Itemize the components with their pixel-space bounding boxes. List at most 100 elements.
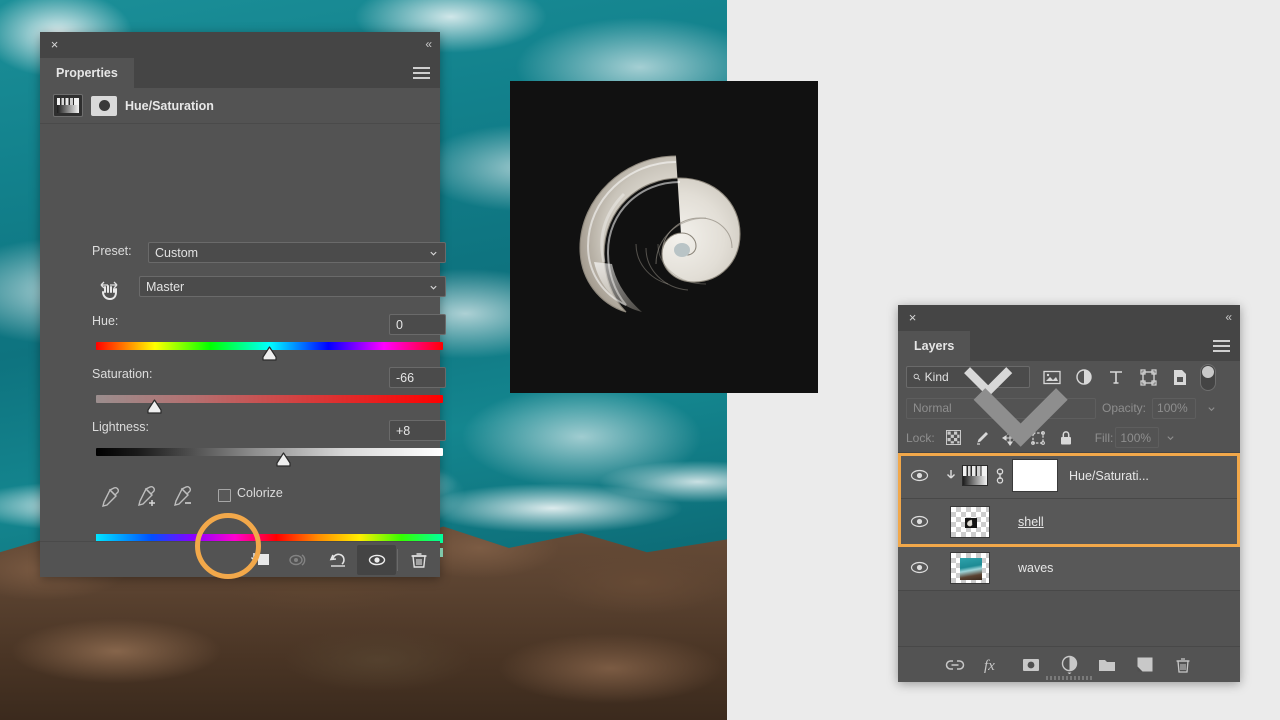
clip-to-layer-icon: [249, 550, 271, 570]
layer-mask-thumbnail[interactable]: [1012, 459, 1058, 492]
adjustment-header: Hue/Saturation: [40, 88, 440, 124]
lightness-value: +8: [396, 424, 410, 438]
saturation-slider-thumb[interactable]: [147, 399, 162, 414]
layer-style-button[interactable]: fx: [980, 652, 1006, 678]
fill-field[interactable]: 100%: [1115, 427, 1159, 448]
colorize-checkbox[interactable]: [218, 489, 231, 502]
new-group-button[interactable]: [1094, 652, 1120, 678]
close-icon[interactable]: ×: [906, 311, 919, 324]
layer-adjustment-thumbnail[interactable]: [962, 465, 988, 486]
panel-menu-icon[interactable]: [1213, 340, 1230, 352]
nautilus-shell-image: [564, 142, 764, 332]
tab-properties-label: Properties: [56, 66, 118, 80]
shape-filter-icon[interactable]: [1132, 364, 1164, 390]
table-row[interactable]: waves: [898, 545, 1240, 591]
properties-panel: × « Properties Hue/Saturation Preset: Cu…: [40, 32, 440, 577]
delete-layer-button[interactable]: [1170, 652, 1196, 678]
svg-text:fx: fx: [984, 658, 995, 674]
chevron-down-icon: [429, 282, 438, 291]
smart-object-filter-icon[interactable]: [1164, 364, 1196, 390]
folder-icon: [1097, 657, 1117, 673]
chevron-down-icon: [429, 248, 438, 257]
previous-state-button[interactable]: [279, 545, 318, 575]
layer-thumbnail[interactable]: [950, 552, 990, 584]
layers-footer: fx: [898, 646, 1240, 682]
tab-properties[interactable]: Properties: [40, 58, 134, 88]
preset-label: Preset:: [92, 244, 132, 258]
add-layer-mask-button[interactable]: [1018, 652, 1044, 678]
eye-icon: [910, 561, 929, 574]
saturation-value-field[interactable]: -66: [389, 367, 446, 388]
fill-value: 100%: [1120, 431, 1151, 445]
layer-visibility-toggle[interactable]: [898, 469, 940, 482]
close-icon[interactable]: ×: [48, 38, 61, 51]
lightness-slider-track[interactable]: [96, 448, 443, 456]
eye-icon: [366, 550, 388, 570]
eye-icon: [910, 515, 929, 528]
reset-arrow-icon: [327, 550, 349, 570]
link-mask-icon[interactable]: [993, 466, 1007, 486]
layer-name[interactable]: waves: [1018, 561, 1053, 575]
layer-visibility-toggle[interactable]: [898, 515, 940, 528]
table-row[interactable]: shell: [898, 499, 1240, 545]
filter-kind-label: Kind: [925, 370, 949, 384]
hue-saturation-icon[interactable]: [53, 94, 83, 117]
properties-tab-row: Properties: [40, 58, 440, 88]
opacity-label: Opacity:: [1102, 401, 1146, 415]
targeted-adjustment-tool-icon[interactable]: [95, 276, 121, 302]
tab-layers-label: Layers: [914, 339, 954, 353]
layer-mask-icon[interactable]: [91, 96, 117, 116]
layer-name[interactable]: shell: [1018, 515, 1044, 529]
colorize-label: Colorize: [237, 486, 283, 500]
type-filter-icon[interactable]: [1100, 364, 1132, 390]
eye-icon: [910, 469, 929, 482]
fill-stepper[interactable]: [1161, 427, 1179, 448]
collapse-panel-icon[interactable]: «: [425, 37, 431, 51]
clip-to-layer-button[interactable]: [240, 545, 279, 575]
chevron-down-icon: [1207, 404, 1216, 413]
lightness-label: Lightness:: [92, 420, 149, 434]
layer-visibility-toggle[interactable]: [898, 561, 940, 574]
link-layers-button[interactable]: [942, 652, 968, 678]
search-icon: [913, 371, 921, 383]
properties-footer: [40, 541, 440, 577]
layers-titlebar: × «: [898, 305, 1240, 331]
collapse-panel-icon[interactable]: «: [1225, 310, 1231, 324]
blend-mode-row: Normal Opacity: 100%: [898, 393, 1240, 423]
new-layer-icon: [1136, 656, 1154, 673]
eyedropper-add-icon[interactable]: [132, 484, 158, 508]
opacity-stepper[interactable]: [1202, 398, 1220, 419]
toggle-visibility-button[interactable]: [357, 545, 396, 575]
blend-mode-select[interactable]: Normal: [906, 398, 1096, 419]
waves-thumbnail-art: [960, 558, 982, 580]
hue-value: 0: [396, 318, 403, 332]
opacity-field[interactable]: 100%: [1152, 398, 1196, 419]
adjustment-title: Hue/Saturation: [125, 99, 214, 113]
saturation-value: -66: [396, 371, 414, 385]
lightness-slider-thumb[interactable]: [276, 452, 291, 467]
layer-thumbnail[interactable]: [950, 506, 990, 538]
new-layer-button[interactable]: [1132, 652, 1158, 678]
lightness-value-field[interactable]: +8: [389, 420, 446, 441]
hue-label: Hue:: [92, 314, 118, 328]
eyedropper-icon[interactable]: [96, 484, 122, 508]
properties-titlebar: × «: [40, 32, 440, 58]
fx-icon: fx: [983, 656, 1003, 674]
eyedropper-subtract-icon[interactable]: [168, 484, 194, 508]
clipping-mask-indicator-icon: [940, 468, 956, 484]
filter-enable-toggle[interactable]: [1200, 364, 1216, 391]
shell-thumbnail-art: [965, 518, 977, 528]
hue-value-field[interactable]: 0: [389, 314, 446, 335]
reset-button[interactable]: [318, 545, 357, 575]
new-adjustment-layer-button[interactable]: [1056, 652, 1082, 678]
preset-select[interactable]: Custom: [148, 242, 446, 263]
hue-slider-thumb[interactable]: [262, 346, 277, 361]
panel-resize-grip[interactable]: [1046, 676, 1092, 680]
panel-menu-icon[interactable]: [413, 67, 430, 79]
opacity-value: 100%: [1157, 401, 1188, 415]
layer-name[interactable]: Hue/Saturati...: [1069, 469, 1149, 483]
delete-button[interactable]: [399, 545, 438, 575]
channel-select[interactable]: Master: [139, 276, 446, 297]
mask-icon: [1021, 657, 1041, 673]
table-row[interactable]: Hue/Saturati...: [898, 453, 1240, 499]
